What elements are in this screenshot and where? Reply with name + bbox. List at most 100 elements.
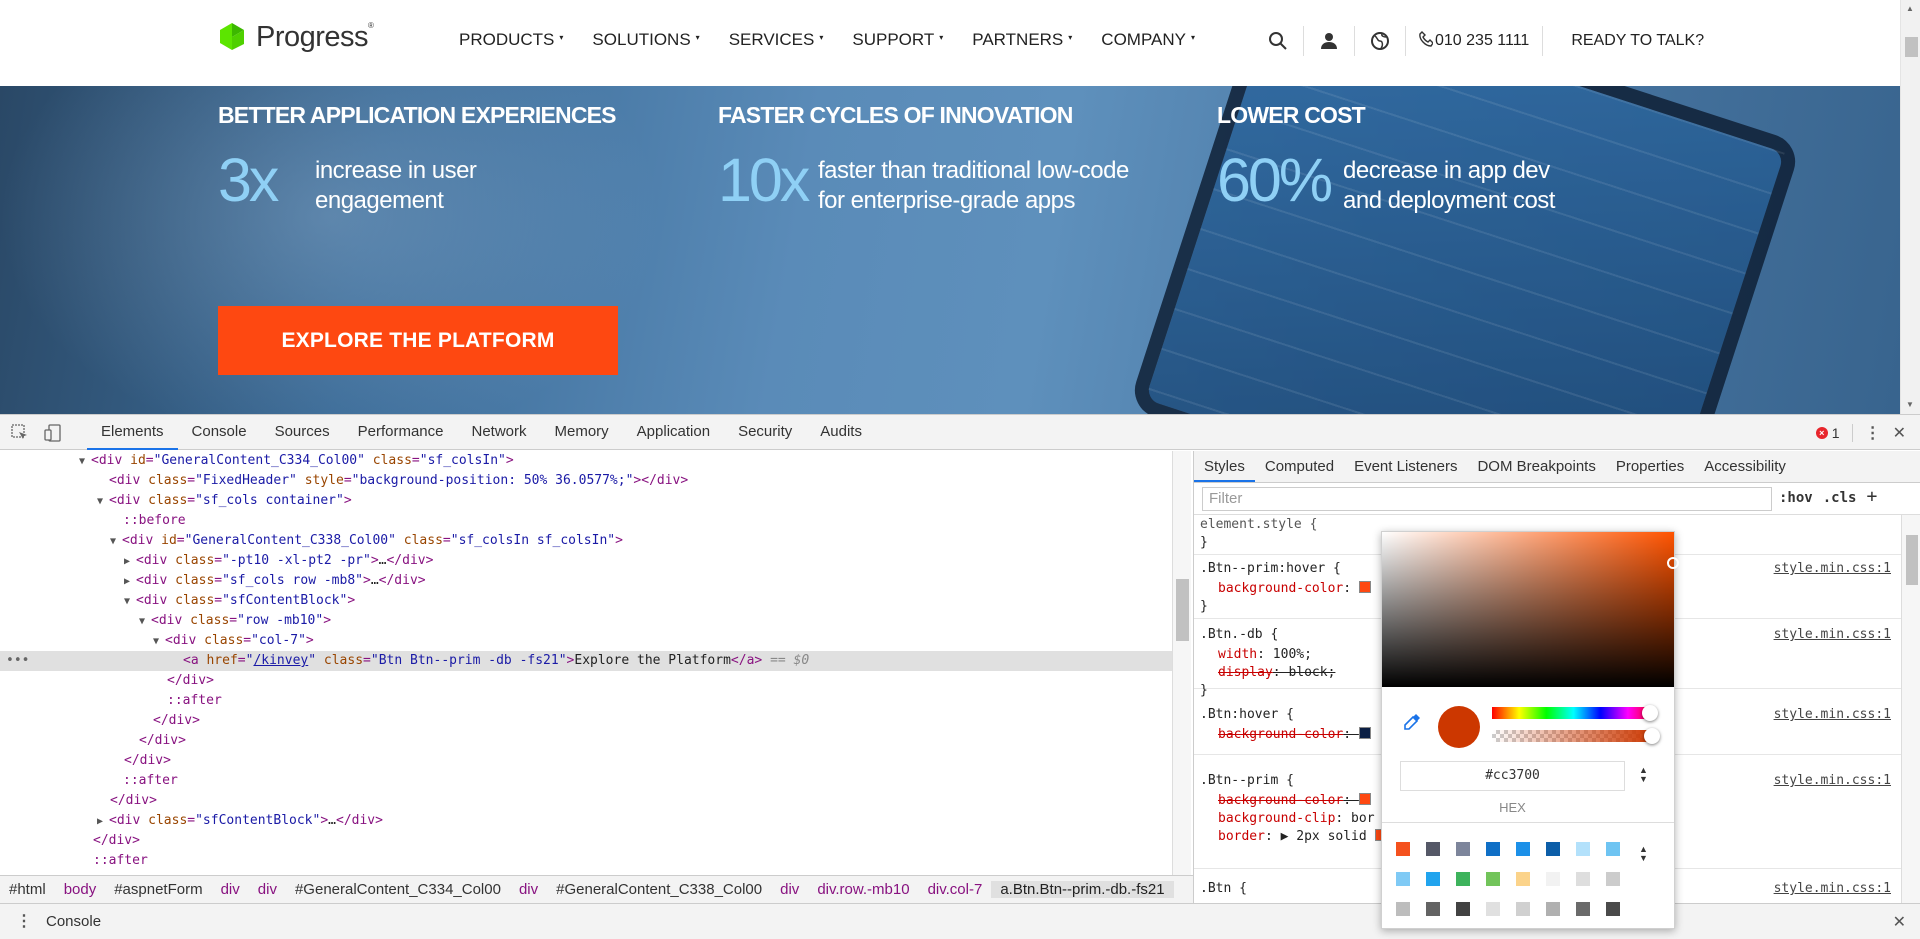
- tab-accessibility[interactable]: Accessibility: [1694, 451, 1796, 482]
- palette-swatch[interactable]: [1456, 872, 1470, 886]
- close-devtools-icon[interactable]: ✕: [1893, 423, 1906, 443]
- stylesheet-link[interactable]: style.min.css:1: [1774, 559, 1891, 579]
- tab-memory[interactable]: Memory: [541, 415, 623, 450]
- tab-audits[interactable]: Audits: [806, 415, 876, 450]
- palette-swatch[interactable]: [1456, 842, 1470, 856]
- tab-dom-breakpoints[interactable]: DOM Breakpoints: [1467, 451, 1605, 482]
- tab-sources[interactable]: Sources: [261, 415, 344, 450]
- hue-slider-knob[interactable]: [1642, 705, 1658, 721]
- dom-node[interactable]: ▼ <div class="col-7">: [153, 631, 314, 651]
- palette-swatch[interactable]: [1606, 902, 1620, 916]
- hue-slider[interactable]: [1492, 705, 1658, 721]
- dom-node[interactable]: </div>: [139, 731, 186, 751]
- palette-swatch[interactable]: [1606, 872, 1620, 886]
- scroll-thumb[interactable]: [1905, 37, 1918, 57]
- palette-swatch[interactable]: [1576, 872, 1590, 886]
- tab-computed[interactable]: Computed: [1255, 451, 1344, 482]
- nav-services[interactable]: SERVICES ▾: [729, 30, 824, 50]
- crumb[interactable]: div.col-7: [919, 881, 992, 898]
- stylesheet-link[interactable]: style.min.css:1: [1774, 879, 1891, 899]
- nav-support[interactable]: SUPPORT ▾: [852, 30, 943, 50]
- dom-node[interactable]: ▼ <div class="sf_cols container">: [97, 491, 352, 511]
- tab-properties[interactable]: Properties: [1606, 451, 1694, 482]
- device-toolbar-icon[interactable]: [44, 424, 62, 442]
- styles-scrollbar[interactable]: [1901, 515, 1920, 903]
- crumb[interactable]: div: [212, 881, 249, 898]
- nav-company[interactable]: COMPANY ▾: [1101, 30, 1195, 50]
- dom-tree-scrollbar[interactable]: [1172, 451, 1191, 875]
- palette-swatch[interactable]: [1576, 902, 1590, 916]
- progress-logo[interactable]: Progress®: [218, 20, 374, 54]
- globe-icon[interactable]: [1368, 29, 1392, 53]
- dom-node[interactable]: </div>: [167, 671, 214, 691]
- dom-node[interactable]: <div class="FixedHeader" style="backgrou…: [97, 471, 688, 491]
- drawer-menu-icon[interactable]: ⋮: [16, 911, 32, 931]
- crumb[interactable]: body: [55, 881, 106, 898]
- tab-styles[interactable]: Styles: [1194, 451, 1255, 482]
- palette-swatch[interactable]: [1606, 842, 1620, 856]
- palette-switch-icon[interactable]: ▲ ▼: [1639, 845, 1648, 863]
- tab-performance[interactable]: Performance: [344, 415, 458, 450]
- tab-console[interactable]: Console: [178, 415, 261, 450]
- crumb-active[interactable]: a.Btn.Btn--prim.-db.-fs21: [991, 881, 1174, 898]
- user-icon[interactable]: [1317, 29, 1341, 53]
- dom-node-selected[interactable]: ••• <a href="/kinvey" class="Btn Btn--pri…: [0, 651, 1172, 671]
- hex-input[interactable]: #cc3700: [1400, 761, 1625, 791]
- palette-swatch[interactable]: [1396, 902, 1410, 916]
- scroll-thumb[interactable]: [1176, 579, 1189, 641]
- palette-swatch[interactable]: [1576, 842, 1590, 856]
- palette-swatch[interactable]: [1456, 902, 1470, 916]
- nav-solutions[interactable]: SOLUTIONS ▾: [592, 30, 699, 50]
- crumb[interactable]: div: [249, 881, 286, 898]
- tab-event-listeners[interactable]: Event Listeners: [1344, 451, 1467, 482]
- tab-network[interactable]: Network: [457, 415, 540, 450]
- explore-platform-button[interactable]: EXPLORE THE PLATFORM: [218, 306, 618, 375]
- crumb[interactable]: #aspnetForm: [105, 881, 211, 898]
- saturation-cursor[interactable]: [1667, 557, 1679, 569]
- inspect-element-icon[interactable]: [11, 424, 29, 442]
- new-rule-icon[interactable]: +: [1866, 486, 1877, 507]
- palette-swatch[interactable]: [1486, 842, 1500, 856]
- palette-swatch[interactable]: [1426, 872, 1440, 886]
- stylesheet-link[interactable]: style.min.css:1: [1774, 705, 1891, 725]
- dom-node[interactable]: ▶ <div class="sf_cols row -mb8">…</div>: [124, 571, 426, 591]
- crumb[interactable]: div.row.-mb10: [808, 881, 918, 898]
- dom-node[interactable]: ▶ <div class="-pt10 -xl-pt2 -pr">…</div>: [124, 551, 433, 571]
- tab-elements[interactable]: Elements: [87, 415, 178, 450]
- crumb[interactable]: div: [510, 881, 547, 898]
- palette-swatch[interactable]: [1486, 872, 1500, 886]
- palette-swatch[interactable]: [1426, 902, 1440, 916]
- stylesheet-link[interactable]: style.min.css:1: [1774, 771, 1891, 791]
- nav-partners[interactable]: PARTNERS ▾: [972, 30, 1072, 50]
- dom-node[interactable]: </div>: [153, 711, 200, 731]
- format-toggle-icon[interactable]: ▲ ▼: [1639, 766, 1648, 784]
- eyedropper-icon[interactable]: [1402, 712, 1422, 734]
- saturation-field[interactable]: [1382, 532, 1674, 687]
- palette-swatch[interactable]: [1426, 842, 1440, 856]
- alpha-slider-knob[interactable]: [1644, 728, 1660, 744]
- dom-node[interactable]: </div>: [124, 751, 171, 771]
- stylesheet-link[interactable]: style.min.css:1: [1774, 625, 1891, 645]
- drawer-tab-console[interactable]: Console: [46, 913, 101, 930]
- palette-swatch[interactable]: [1396, 872, 1410, 886]
- error-counter[interactable]: × 1: [1815, 425, 1840, 441]
- dom-node[interactable]: ▼ <div id="GeneralContent_C334_Col00" cla…: [79, 451, 514, 471]
- search-icon[interactable]: [1266, 29, 1290, 53]
- crumb[interactable]: #GeneralContent_C334_Col00: [286, 881, 510, 898]
- dom-node[interactable]: ▼ <div class="sfContentBlock">: [124, 591, 355, 611]
- palette-swatch[interactable]: [1516, 902, 1530, 916]
- dom-node[interactable]: ::before: [123, 511, 186, 531]
- dom-node[interactable]: ::after: [167, 691, 222, 711]
- hover-state-toggle[interactable]: :hov: [1779, 490, 1813, 507]
- dom-node[interactable]: ▼ <div id="GeneralContent_C338_Col00" cla…: [110, 531, 623, 551]
- palette-swatch[interactable]: [1546, 872, 1560, 886]
- alpha-slider[interactable]: [1492, 728, 1660, 744]
- class-toggle[interactable]: .cls: [1823, 490, 1857, 507]
- palette-swatch[interactable]: [1516, 842, 1530, 856]
- crumb[interactable]: #GeneralContent_C338_Col00: [547, 881, 771, 898]
- tab-application[interactable]: Application: [623, 415, 724, 450]
- crumb[interactable]: div: [771, 881, 808, 898]
- scroll-thumb[interactable]: [1906, 535, 1918, 585]
- palette-swatch[interactable]: [1516, 872, 1530, 886]
- palette-swatch[interactable]: [1546, 842, 1560, 856]
